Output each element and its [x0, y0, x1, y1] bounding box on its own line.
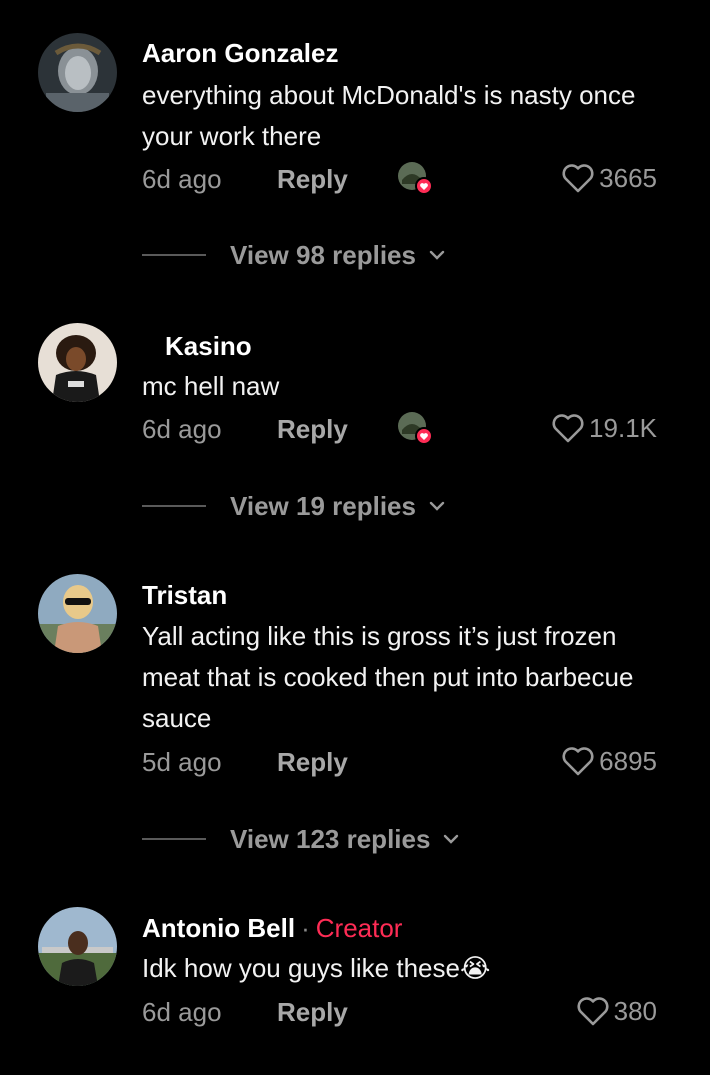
username: Antonio Bell · Creator — [142, 913, 402, 944]
person-avatar — [38, 323, 117, 402]
heart-icon — [562, 164, 594, 193]
comment-text: everything about McDonald's is nasty onc… — [142, 80, 636, 151]
heart-icon — [552, 414, 584, 443]
crying-emoji-icon: 😭 — [459, 953, 491, 983]
avatar[interactable] — [38, 323, 117, 402]
creator-liked-icon — [396, 160, 434, 196]
divider — [142, 254, 206, 256]
like-count: 6895 — [599, 745, 657, 776]
separator-dot: · — [301, 913, 310, 943]
reply-button[interactable]: Reply — [277, 414, 348, 445]
timestamp: 6d ago — [142, 997, 222, 1027]
divider — [142, 838, 206, 840]
reply-button[interactable]: Reply — [277, 747, 348, 778]
divider — [142, 505, 206, 507]
creator-avatar — [38, 907, 117, 986]
view-replies-button[interactable]: View 123 replies — [142, 821, 462, 857]
comment-meta: 6d ago Reply 380 — [142, 993, 657, 1033]
reply-button[interactable]: Reply — [277, 164, 348, 195]
heart-icon — [577, 997, 609, 1026]
like-button[interactable]: 19.1K — [551, 412, 657, 444]
like-count: 19.1K — [589, 412, 657, 443]
like-button[interactable]: 380 — [576, 995, 657, 1027]
like-button[interactable]: 6895 — [561, 745, 657, 777]
heart-icon — [562, 747, 594, 776]
username[interactable]: Aaron Gonzalez — [142, 38, 338, 69]
chevron-down-icon — [429, 250, 445, 260]
comment-text: Yall acting like this is gross it’s just… — [142, 621, 634, 733]
view-replies-button[interactable]: View 98 replies — [142, 237, 448, 273]
avatar[interactable] — [38, 33, 117, 112]
comment-meta: 6d ago Reply 19.1K — [142, 410, 657, 450]
comment-text: mc hell naw — [142, 371, 280, 401]
username-label[interactable]: Antonio Bell — [142, 913, 295, 943]
like-count: 380 — [613, 995, 657, 1026]
timestamp: 5d ago — [142, 747, 222, 777]
timestamp: 6d ago — [142, 164, 222, 194]
avatar[interactable] — [38, 907, 117, 986]
view-replies-label: View 19 replies — [230, 490, 416, 521]
creator-badge: Creator — [315, 913, 403, 943]
comment-meta: 5d ago Reply 6895 — [142, 743, 657, 783]
person-sunglasses-avatar — [38, 574, 117, 653]
reply-button[interactable]: Reply — [277, 997, 348, 1028]
username[interactable]: Kasino — [165, 331, 252, 362]
comment-text-label: Idk how you guys like these — [142, 953, 460, 983]
username[interactable]: Tristan — [142, 580, 227, 611]
view-replies-label: View 123 replies — [230, 823, 431, 854]
like-button[interactable]: 3665 — [561, 162, 657, 194]
view-replies-button[interactable]: View 19 replies — [142, 488, 448, 524]
view-replies-label: View 98 replies — [230, 239, 416, 270]
avatar[interactable] — [38, 574, 117, 653]
chevron-down-icon — [429, 501, 445, 511]
comment-text: Idk how you guys like these😭 — [142, 948, 682, 989]
comment-meta: 6d ago Reply 3665 — [142, 160, 657, 200]
creator-liked-icon — [396, 410, 434, 446]
like-count: 3665 — [599, 162, 657, 193]
jesus-statue-avatar — [38, 33, 117, 112]
chevron-down-icon — [444, 834, 459, 844]
timestamp: 6d ago — [142, 414, 222, 444]
